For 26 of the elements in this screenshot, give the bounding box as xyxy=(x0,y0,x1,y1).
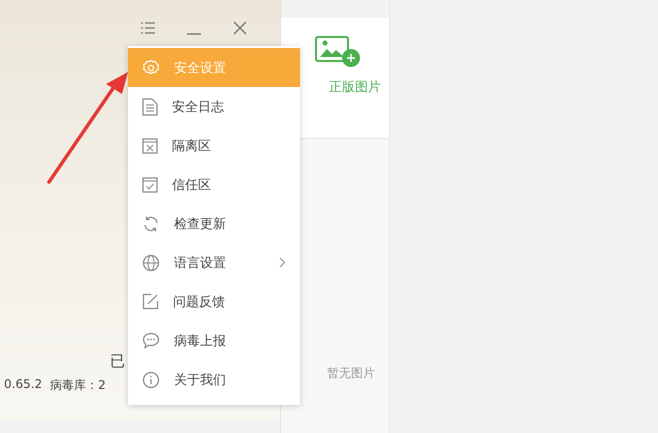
gear-icon xyxy=(142,58,160,76)
info-icon xyxy=(142,370,160,388)
menu-item[interactable]: 隔离区 xyxy=(128,126,300,165)
close-box-icon xyxy=(142,138,158,154)
image-badge-icon xyxy=(315,36,361,68)
empty-text: 暂无图片 xyxy=(327,365,375,382)
menu-item[interactable]: 安全日志 xyxy=(128,87,300,126)
globe-icon xyxy=(142,254,160,272)
refresh-icon xyxy=(142,214,160,232)
menu-item[interactable]: 关于我们 xyxy=(128,360,300,399)
close-icon xyxy=(232,20,248,36)
edit-icon xyxy=(142,293,159,310)
menu-item[interactable]: 问题反馈 xyxy=(128,282,300,321)
version-text: 0.65.2 xyxy=(4,377,42,393)
menu-icon xyxy=(140,21,156,35)
virus-db-text: 病毒库：2 xyxy=(50,377,106,394)
minimize-icon xyxy=(186,33,202,35)
menu-item[interactable]: 检查更新 xyxy=(128,204,300,243)
menu-item[interactable]: 信任区 xyxy=(128,165,300,204)
document-icon xyxy=(142,98,158,116)
chat-icon xyxy=(142,332,160,349)
menu-item[interactable]: 语言设置 xyxy=(128,243,300,282)
check-box-icon xyxy=(142,176,158,192)
card-label: 正版图片 xyxy=(329,79,381,96)
menu-item[interactable]: 病毒上报 xyxy=(128,321,300,360)
status-text: 已 xyxy=(110,352,125,371)
